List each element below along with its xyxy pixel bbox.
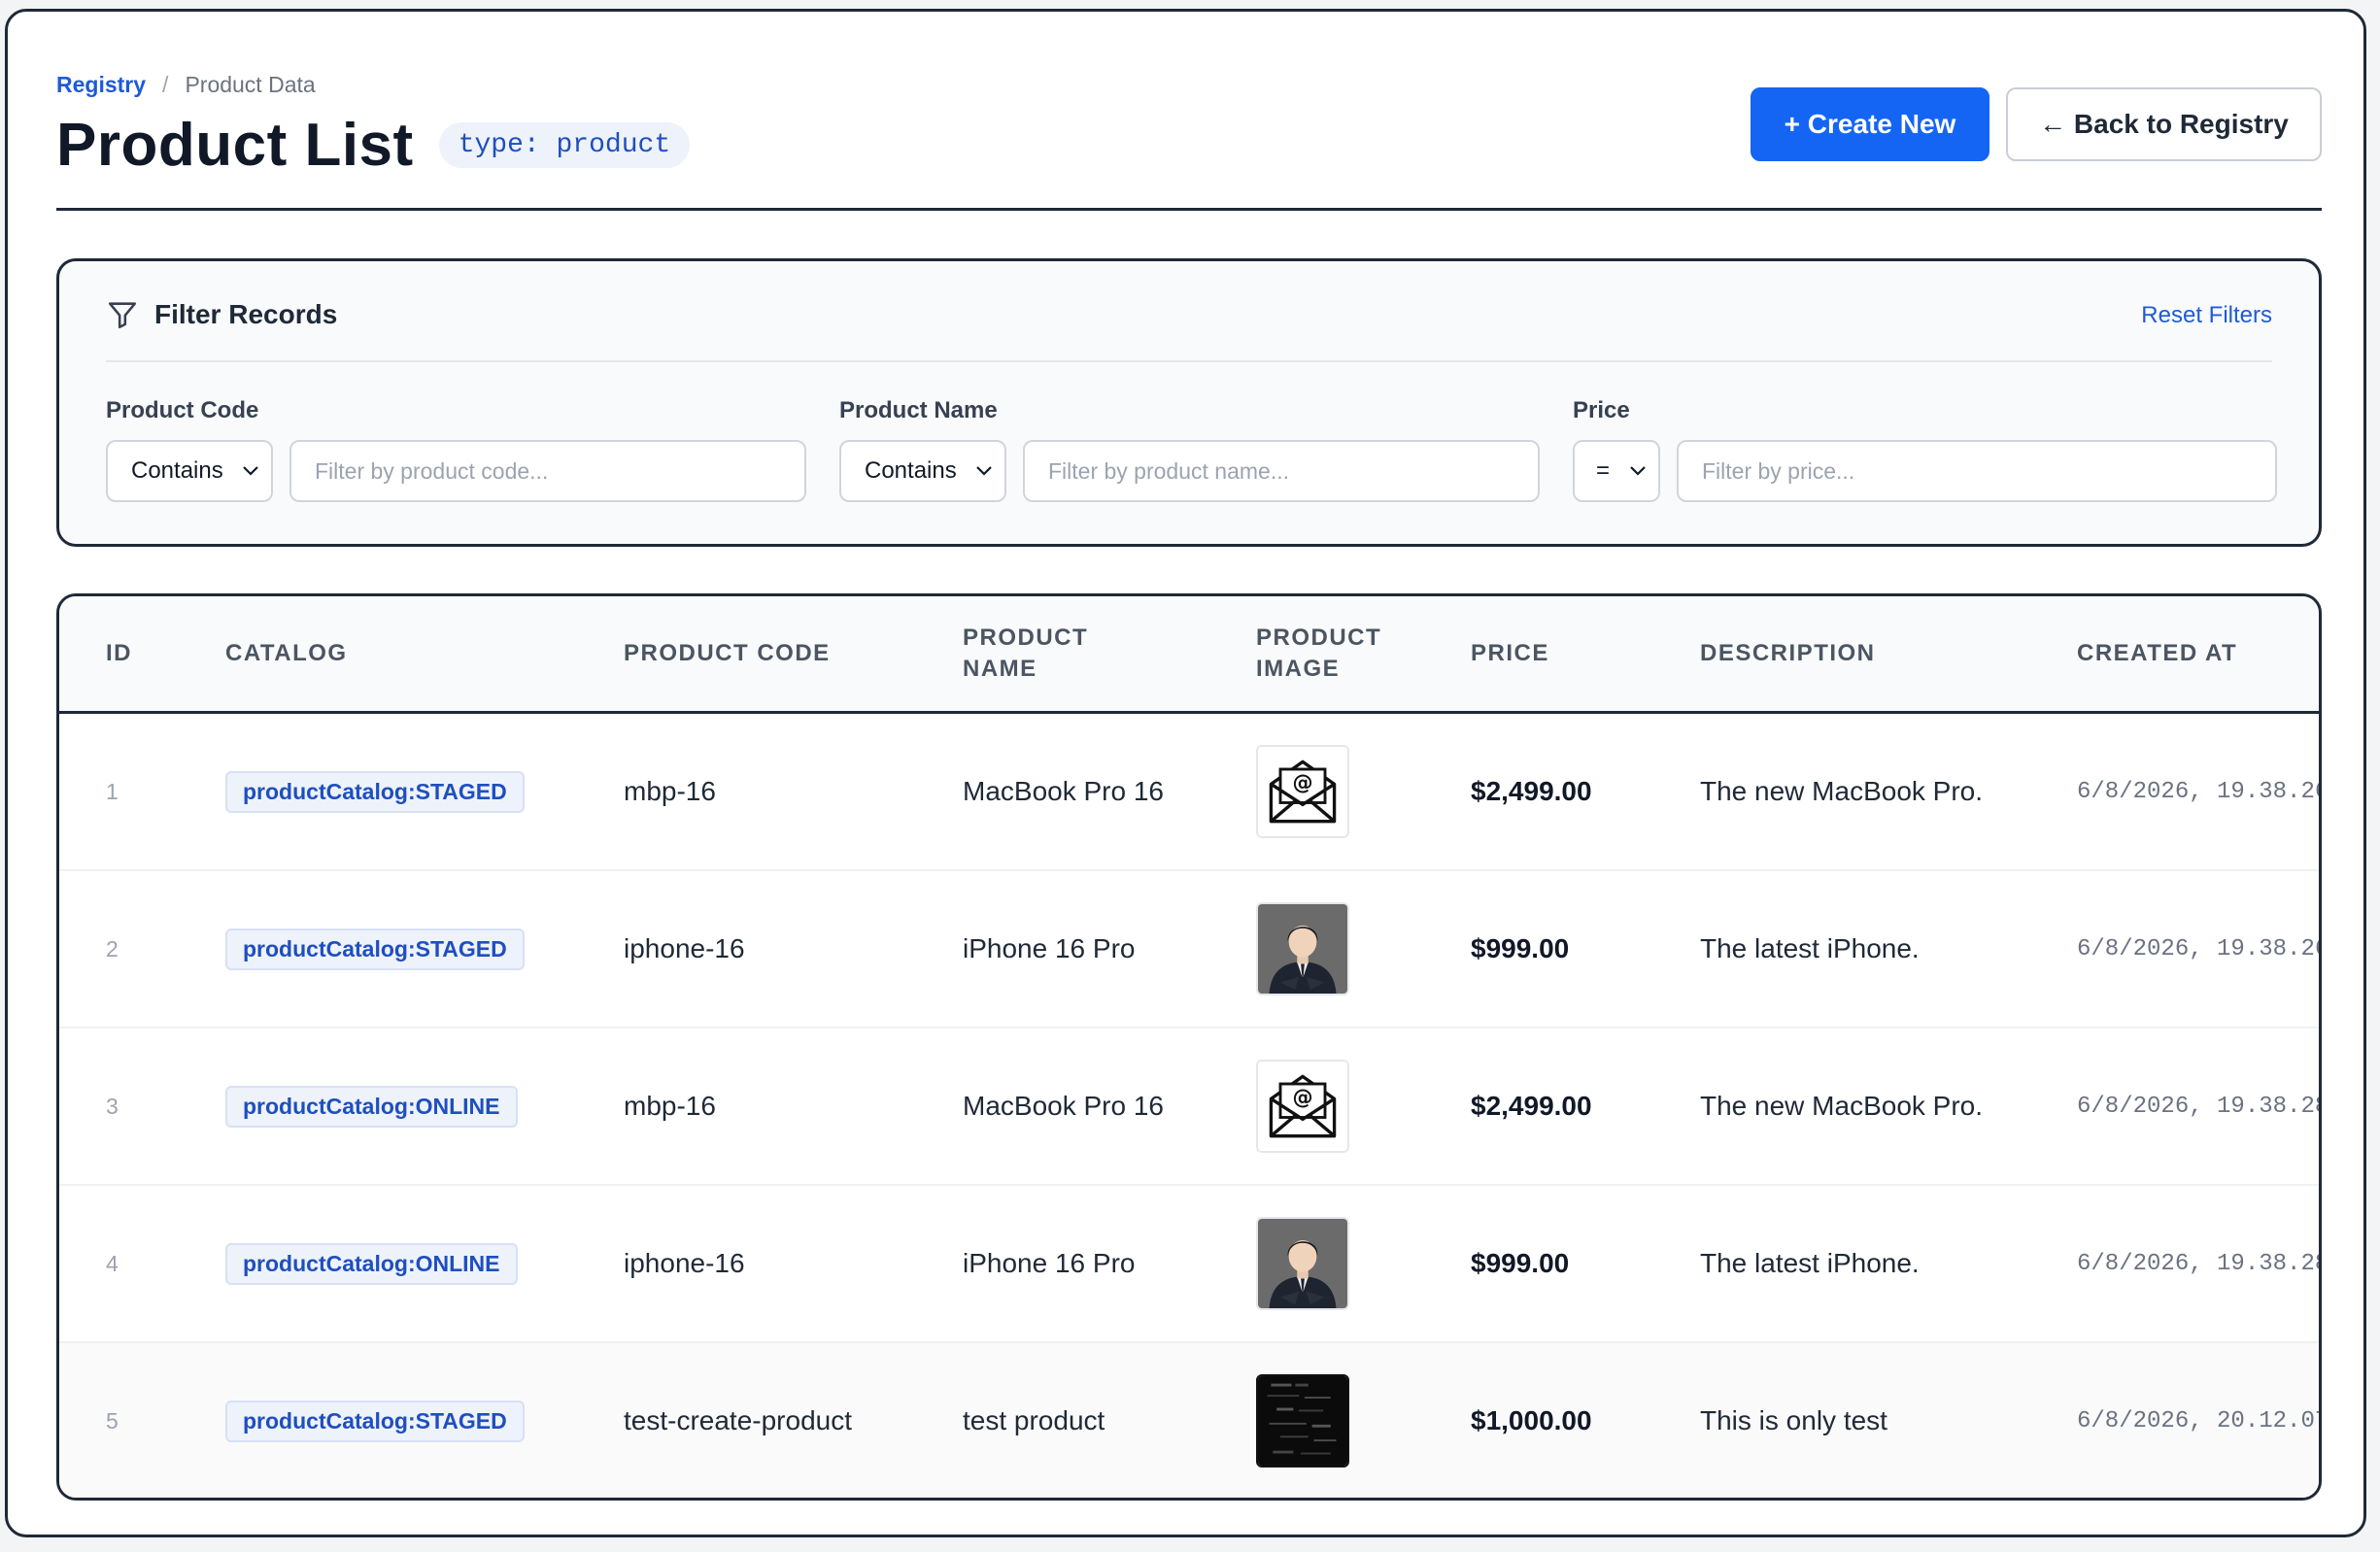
table-row[interactable]: 1 productCatalog:STAGED mbp-16 MacBook P… — [59, 714, 2319, 871]
catalog-badge: productCatalog:ONLINE — [225, 1242, 518, 1285]
table-row[interactable]: 4 productCatalog:ONLINE iphone-16 iPhone… — [59, 1186, 2319, 1343]
table-header: ID Catalog Product Code Product Name Pro… — [59, 596, 2319, 714]
table-row[interactable]: 2 productCatalog:STAGED iphone-16 iPhone… — [59, 871, 2319, 1029]
page-header: Registry / Product Data Product List typ… — [56, 60, 2322, 211]
cell-product-name: MacBook Pro 16 — [963, 1091, 1164, 1121]
cell-description: The new MacBook Pro. — [1700, 1091, 1984, 1121]
app-window: Registry / Product Data Product List typ… — [5, 9, 2366, 1537]
filter-group-product-code: Product Code Contains Filter by product … — [106, 397, 806, 502]
table-row[interactable]: 3 productCatalog:ONLINE mbp-16 MacBook P… — [59, 1029, 2319, 1186]
cell-id: 2 — [106, 935, 119, 962]
column-header-price: Price — [1471, 640, 1549, 666]
title-row: Product List type: product — [56, 111, 691, 180]
product-code-operator-value: Contains — [131, 457, 223, 484]
chevron-down-icon — [1630, 466, 1646, 476]
cell-created-at: 6/8/2026, 19.38.28 — [2077, 1250, 2322, 1277]
cell-product-code: iphone-16 — [624, 933, 745, 963]
catalog-badge: productCatalog:STAGED — [225, 770, 525, 813]
cell-price: $2,499.00 — [1471, 1091, 1592, 1121]
cell-product-name: test product — [963, 1405, 1105, 1435]
price-operator-value: = — [1596, 457, 1611, 484]
records-table: ID Catalog Product Code Product Name Pro… — [56, 593, 2322, 1501]
column-header-catalog: Catalog — [225, 640, 348, 666]
filter-group-product-name: Product Name Contains Filter by product … — [839, 397, 1540, 502]
filter-label-product-name: Product Name — [839, 397, 998, 423]
product-name-operator-value: Contains — [865, 457, 957, 484]
filter-label-product-code: Product Code — [106, 397, 259, 423]
column-header-id: ID — [106, 640, 132, 666]
cell-description: The latest iPhone. — [1700, 933, 1920, 963]
cell-product-name: MacBook Pro 16 — [963, 776, 1164, 806]
product-image-envelope-icon[interactable]: @ — [1256, 745, 1349, 838]
header-actions: + Create New ← Back to Registry — [1751, 87, 2322, 161]
product-name-filter-input[interactable]: Filter by product name... — [1023, 440, 1540, 502]
product-image-envelope-icon[interactable]: @ — [1256, 1060, 1349, 1153]
cell-id: 4 — [106, 1250, 119, 1276]
price-filter-input[interactable]: Filter by price... — [1677, 440, 2277, 502]
catalog-badge: productCatalog:ONLINE — [225, 1085, 518, 1128]
svg-text:@: @ — [1292, 770, 1312, 794]
cell-created-at: 6/8/2026, 19.38.28 — [2077, 1093, 2322, 1120]
cell-price: $2,499.00 — [1471, 776, 1592, 806]
main-content: Registry / Product Data Product List typ… — [56, 60, 2322, 1501]
column-header-product-image: Product Image — [1256, 624, 1382, 682]
column-header-product-name: Product Name — [963, 624, 1089, 682]
cell-created-at: 6/8/2026, 20.12.07 — [2077, 1407, 2322, 1434]
product-name-operator-select[interactable]: Contains — [839, 440, 1006, 502]
cell-price: $999.00 — [1471, 1248, 1570, 1278]
breadcrumb-registry-link[interactable]: Registry — [56, 72, 146, 98]
filter-group-price: Price = Filter by price... — [1573, 397, 2277, 502]
filter-icon — [106, 298, 139, 331]
cell-product-name: iPhone 16 Pro — [963, 1248, 1136, 1278]
cell-product-code: mbp-16 — [624, 1091, 716, 1121]
filter-title-label: Filter Records — [154, 299, 338, 329]
cell-price: $1,000.00 — [1471, 1405, 1592, 1435]
breadcrumb-separator: / — [162, 72, 169, 97]
cell-product-code: mbp-16 — [624, 776, 716, 806]
price-operator-select[interactable]: = — [1573, 440, 1660, 502]
product-image-dark-screenshot[interactable] — [1256, 1374, 1349, 1468]
table-row[interactable]: 5 productCatalog:STAGED test-create-prod… — [59, 1343, 2322, 1498]
back-to-registry-button[interactable]: ← Back to Registry — [2006, 87, 2322, 161]
product-image-person-avatar[interactable] — [1256, 902, 1349, 995]
cell-product-code: test-create-product — [624, 1405, 852, 1435]
column-header-description: Description — [1700, 640, 1876, 666]
filter-panel: Filter Records Reset Filters Product Cod… — [56, 258, 2322, 547]
cell-created-at: 6/8/2026, 19.38.26 — [2077, 778, 2322, 805]
cell-id: 5 — [106, 1407, 119, 1434]
type-chip: type: product — [438, 122, 691, 168]
breadcrumb-current: Product Data — [185, 72, 316, 97]
cell-product-name: iPhone 16 Pro — [963, 933, 1136, 963]
filter-title: Filter Records — [106, 298, 337, 331]
svg-text:@: @ — [1292, 1085, 1312, 1109]
cell-description: The new MacBook Pro. — [1700, 776, 1984, 806]
cell-price: $999.00 — [1471, 933, 1570, 963]
cell-product-code: iphone-16 — [624, 1248, 745, 1278]
cell-id: 1 — [106, 778, 119, 804]
catalog-badge: productCatalog:STAGED — [225, 928, 525, 970]
cell-description: The latest iPhone. — [1700, 1248, 1920, 1278]
chevron-down-icon — [976, 466, 992, 476]
filter-panel-header: Filter Records Reset Filters — [106, 298, 2272, 362]
product-code-filter-input[interactable]: Filter by product code... — [289, 440, 806, 502]
create-new-button[interactable]: + Create New — [1751, 87, 1989, 161]
column-header-product-code: Product Code — [624, 640, 831, 666]
product-image-person-avatar[interactable] — [1256, 1217, 1349, 1310]
product-code-operator-select[interactable]: Contains — [106, 440, 273, 502]
cell-description: This is only test — [1700, 1405, 1887, 1435]
reset-filters-link[interactable]: Reset Filters — [2141, 302, 2272, 329]
page-title: Product List — [56, 112, 414, 179]
breadcrumb: Registry / Product Data — [56, 72, 316, 98]
cell-id: 3 — [106, 1093, 119, 1119]
column-header-created-at: Created At — [2077, 640, 2238, 666]
filter-label-price: Price — [1573, 397, 1630, 423]
catalog-badge: productCatalog:STAGED — [225, 1400, 525, 1442]
chevron-down-icon — [243, 466, 258, 476]
cell-created-at: 6/8/2026, 19.38.26 — [2077, 935, 2322, 962]
